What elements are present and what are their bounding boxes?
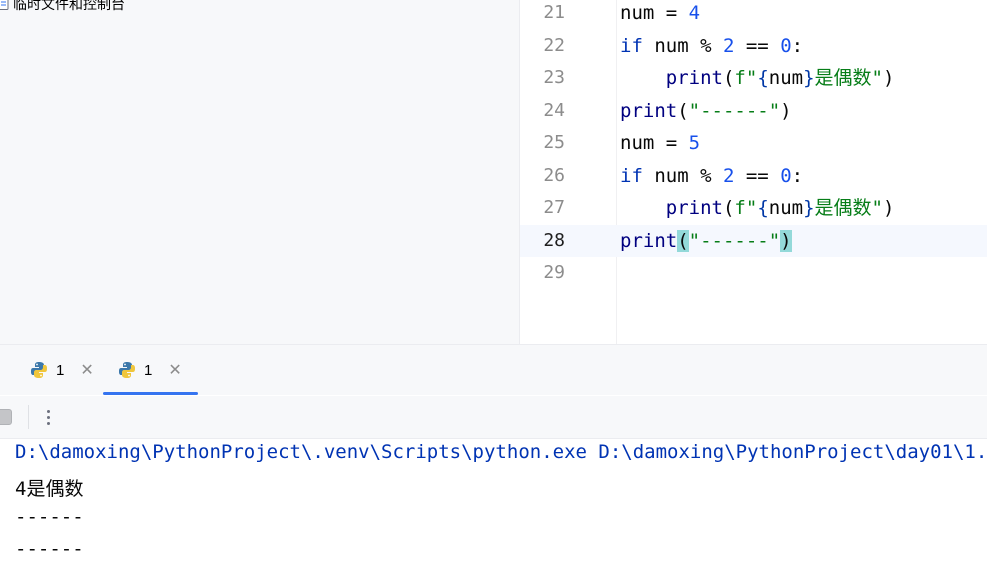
code-line[interactable]: 26 if num % 2 == 0: [520,160,987,193]
run-toolbar [0,396,987,439]
code-token: : [791,34,804,57]
code-token: print [620,229,678,252]
code-token: f" [734,67,758,89]
code-token: 2 [722,164,735,187]
code-text: print("------") [620,95,792,128]
line-number: 26 [543,164,565,186]
code-token: == [734,34,781,57]
scratch-file-icon [0,0,10,10]
code-token: = [654,132,689,154]
close-icon[interactable]: ✕ [80,360,93,380]
code-token: ) [883,197,895,219]
code-line[interactable]: 23 print(f"{num}是偶数") [520,62,987,95]
code-line[interactable]: 21 num = 4 [520,0,987,30]
code-token: } [803,197,815,219]
code-token: ) [780,99,792,122]
code-token: : [791,164,804,187]
code-text: num = 4 [620,0,700,30]
code-text: num = 5 [620,127,700,160]
line-number: 23 [543,67,565,88]
code-token: 是偶数" [814,197,883,219]
code-token: "------" [688,229,781,252]
code-token: f" [734,197,758,219]
scratches-label: 临时文件和控制台 [13,0,125,12]
code-token: ( [722,67,735,89]
console-output-line: ------ [15,538,84,560]
line-number: 29 [543,262,565,283]
code-token: print [665,67,723,89]
code-token: 是偶数" [814,67,883,89]
line-number: 25 [543,132,565,153]
code-token: num [768,67,804,89]
code-token: { [757,197,769,219]
code-line[interactable]: 27 print(f"{num}是偶数") [520,192,987,225]
code-line[interactable]: 29 [520,257,987,290]
code-text: print(f"{num}是偶数") [620,192,895,225]
python-icon [30,361,48,379]
code-editor[interactable]: 21 num = 4 22 if num % 2 == 0: 23 print(f"{n… [520,0,987,344]
more-options-icon[interactable] [42,405,54,429]
line-number: 27 [543,197,565,218]
code-token: ( [677,99,689,122]
code-text: if num % 2 == 0: [620,30,803,63]
code-text: print("------") [620,225,792,258]
run-tab-label: 1 [56,361,65,379]
run-tab-2[interactable]: 1 ✕ [103,345,198,395]
code-line[interactable]: 22 if num % 2 == 0: [520,30,987,63]
code-line[interactable]: 25 num = 5 [520,127,987,160]
run-tabs-bar: 1 ✕ 1 ✕ [0,345,987,395]
code-token: ) [883,67,895,89]
close-icon[interactable]: ✕ [168,360,181,380]
code-line[interactable]: 28 print("------") [520,224,987,258]
run-console[interactable]: D:\damoxing\PythonProject\.venv\Scripts\… [0,439,987,585]
code-token: num [620,132,655,154]
code-token: 0 [780,34,792,57]
code-token: } [803,67,815,89]
code-token: 2 [722,34,735,57]
code-token: if [620,164,643,187]
code-line[interactable]: 24 print("------") [520,95,987,128]
code-token: if [620,34,643,57]
console-output-line: 4是偶数 [15,478,84,500]
code-token: "------" [688,99,781,122]
stop-icon[interactable] [0,409,12,425]
code-token: 4 [688,2,701,24]
python-icon [118,361,136,379]
code-token: { [757,67,769,89]
code-token: num [768,197,804,219]
run-tab-label: 1 [144,361,153,379]
line-number: 24 [543,99,565,121]
code-token: 5 [688,132,701,154]
toolbar-separator [28,405,29,429]
code-token: ( [677,229,689,252]
code-token: print [665,197,723,219]
code-token: num % [642,164,723,187]
code-token: num [620,2,655,24]
run-tab-1[interactable]: 1 ✕ [30,345,94,395]
code-token: == [734,164,781,187]
line-number: 28 [543,229,565,251]
line-number: 21 [543,2,565,23]
project-panel: 临时文件和控制台 [0,0,520,344]
code-token: = [654,2,689,24]
console-command-line: D:\damoxing\PythonProject\.venv\Scripts\… [15,441,987,463]
scratches-and-consoles-item[interactable]: 临时文件和控制台 [0,0,125,14]
code-token: num % [642,34,723,57]
code-token: 0 [780,164,792,187]
code-text: print(f"{num}是偶数") [620,62,895,95]
code-token: ) [780,229,792,252]
line-number: 22 [543,34,565,56]
code-token: ( [722,197,735,219]
console-output-line: ------ [15,506,84,528]
code-token: print [620,99,678,122]
code-text: if num % 2 == 0: [620,160,803,193]
